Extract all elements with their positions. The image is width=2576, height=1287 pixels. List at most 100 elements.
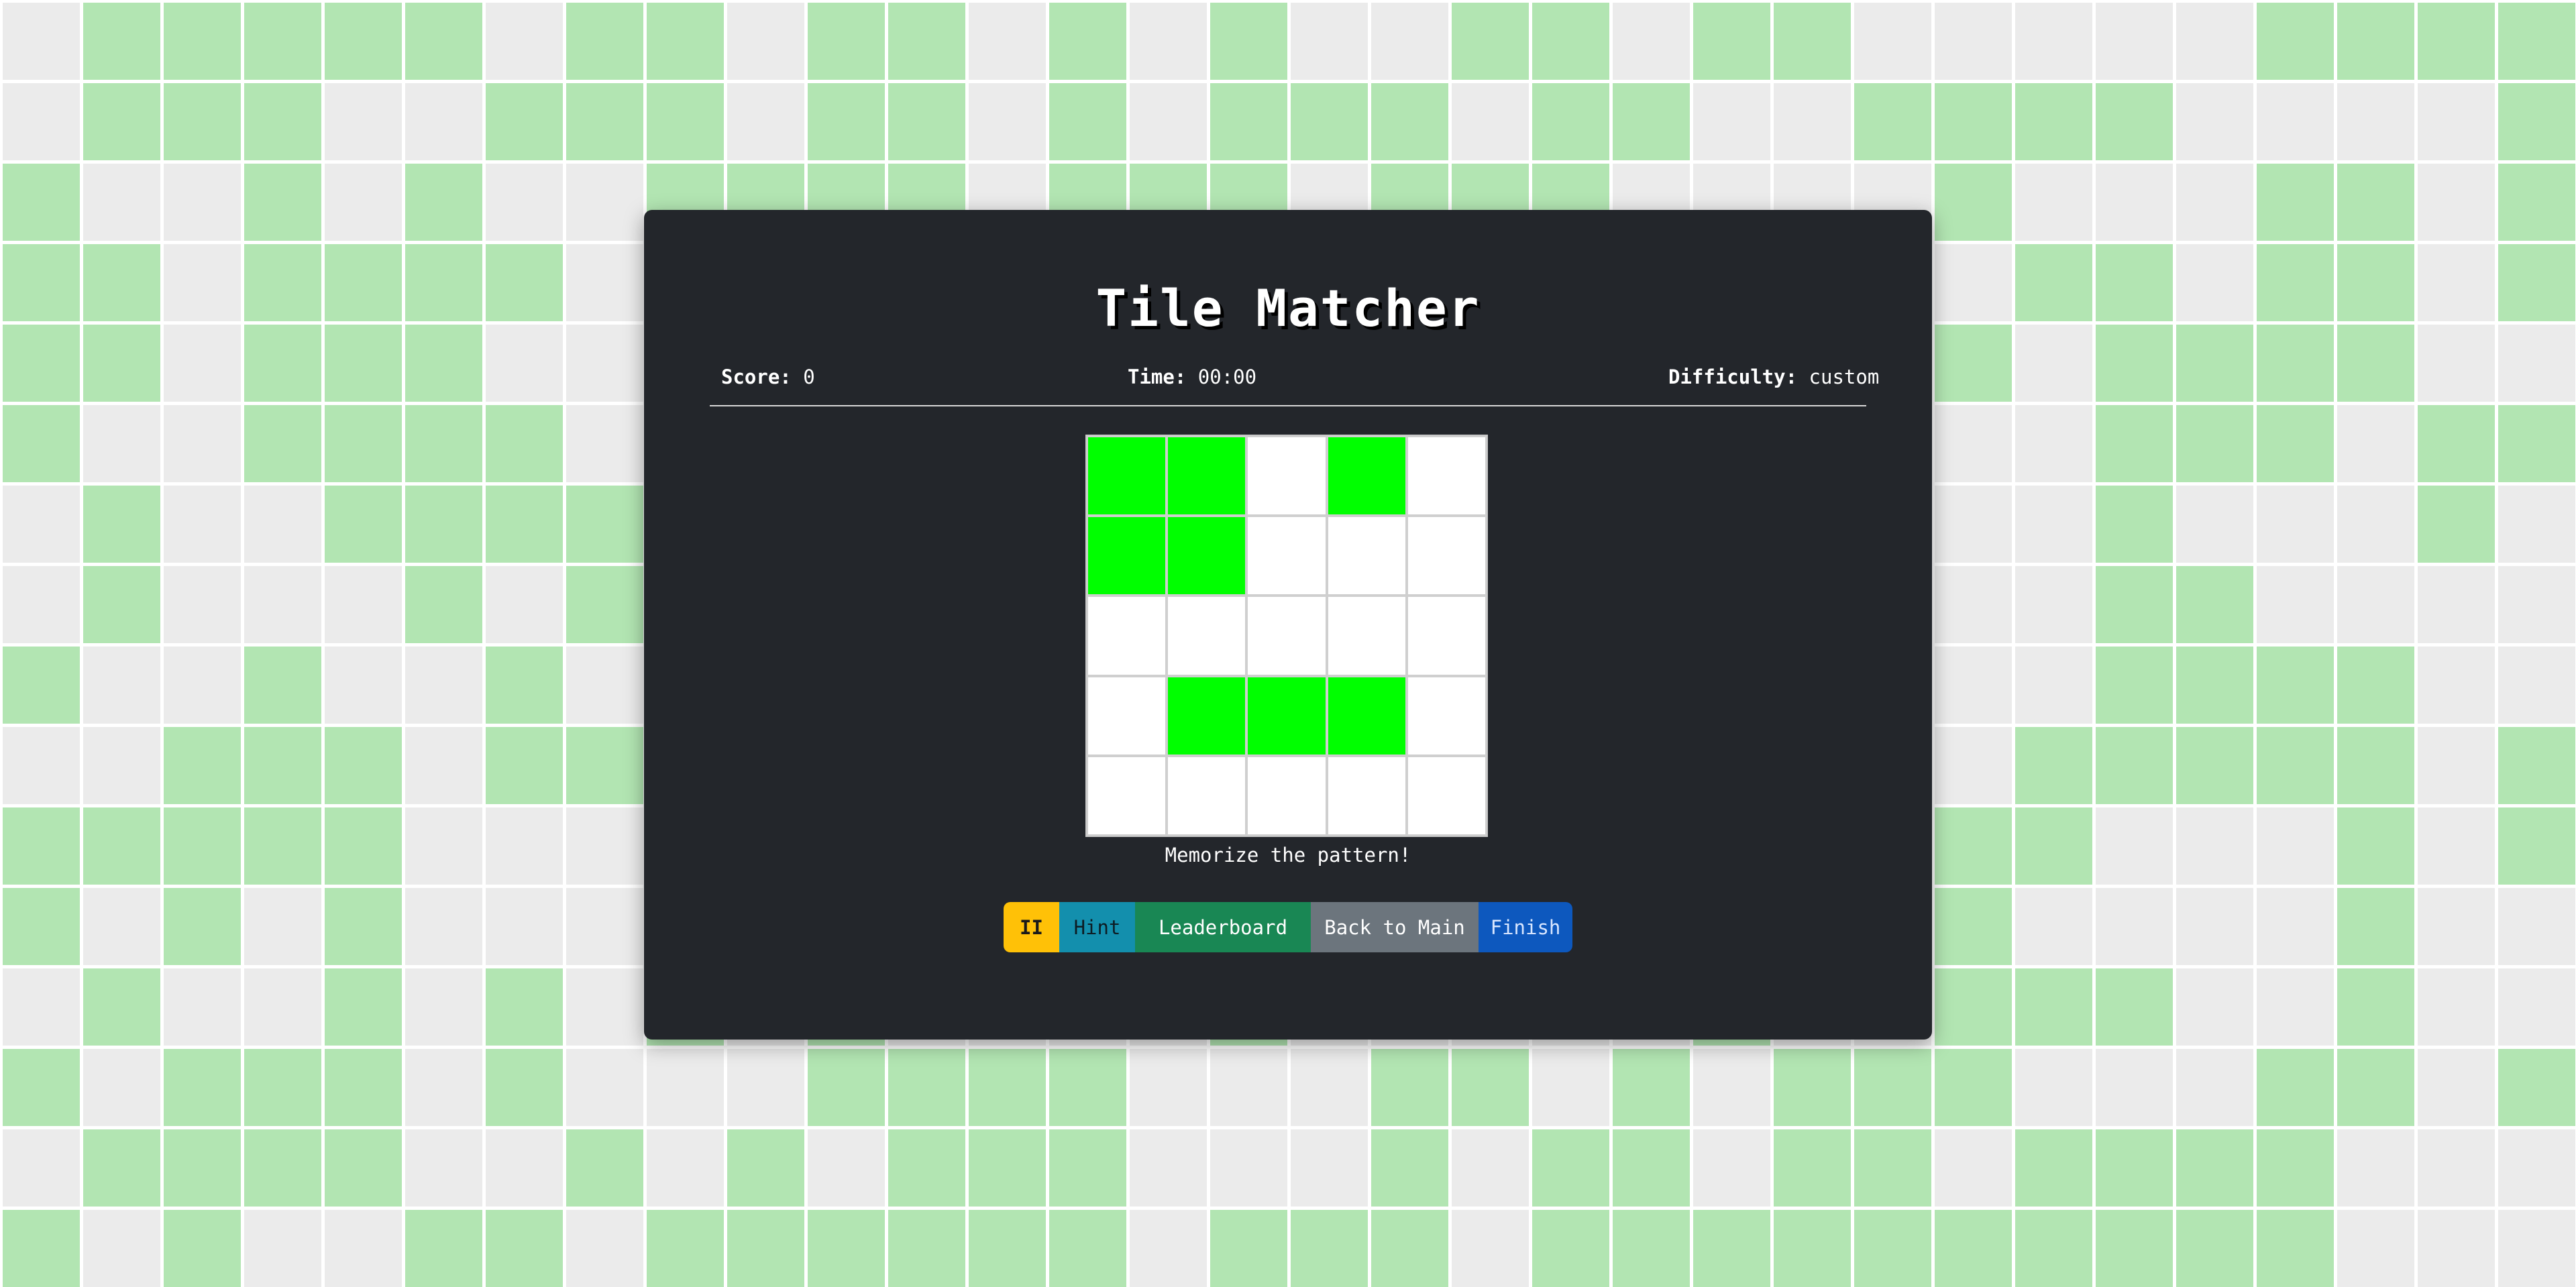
background-tile bbox=[1371, 3, 1448, 80]
background-tile bbox=[486, 888, 563, 965]
board-tile[interactable] bbox=[1406, 596, 1487, 676]
background-tile bbox=[2498, 727, 2575, 804]
board-tile[interactable] bbox=[1087, 755, 1167, 836]
background-tile bbox=[2337, 3, 2414, 80]
background-tile bbox=[566, 486, 643, 563]
board-tile[interactable] bbox=[1406, 436, 1487, 516]
background-tile bbox=[2096, 3, 2173, 80]
board-tile[interactable] bbox=[1406, 675, 1487, 756]
background-tile bbox=[325, 727, 402, 804]
board-tile[interactable] bbox=[1087, 436, 1167, 516]
finish-button[interactable]: Finish bbox=[1479, 902, 1572, 952]
background-tile bbox=[1452, 3, 1529, 80]
board-tile[interactable] bbox=[1406, 755, 1487, 836]
board-tile[interactable] bbox=[1167, 596, 1247, 676]
background-tile bbox=[1935, 968, 2012, 1046]
background-tile bbox=[647, 1049, 724, 1126]
board-tile[interactable] bbox=[1406, 516, 1487, 596]
score-value: 0 bbox=[803, 366, 815, 388]
background-tile bbox=[405, 405, 482, 482]
background-tile bbox=[969, 3, 1046, 80]
background-tile bbox=[727, 1049, 804, 1126]
background-tile bbox=[164, 405, 241, 482]
background-tile bbox=[164, 164, 241, 241]
board-tile[interactable] bbox=[1087, 516, 1167, 596]
background-tile bbox=[486, 83, 563, 160]
board-tile[interactable] bbox=[1326, 516, 1407, 596]
background-tile bbox=[2176, 647, 2253, 724]
board-tile[interactable] bbox=[1167, 516, 1247, 596]
background-tile bbox=[486, 1210, 563, 1287]
background-tile bbox=[647, 1210, 724, 1287]
background-tile bbox=[1371, 1210, 1448, 1287]
background-tile bbox=[969, 83, 1046, 160]
leaderboard-button[interactable]: Leaderboard bbox=[1135, 902, 1311, 952]
back-to-main-button[interactable]: Back to Main bbox=[1311, 902, 1479, 952]
board-tile[interactable] bbox=[1246, 596, 1327, 676]
background-tile bbox=[1371, 83, 1448, 160]
board-tile[interactable] bbox=[1326, 596, 1407, 676]
board-tile[interactable] bbox=[1167, 675, 1247, 756]
background-tile bbox=[2015, 727, 2092, 804]
board-tile[interactable] bbox=[1087, 596, 1167, 676]
background-tile bbox=[2096, 405, 2173, 482]
background-tile bbox=[164, 727, 241, 804]
background-tile bbox=[486, 727, 563, 804]
board-tile[interactable] bbox=[1326, 675, 1407, 756]
background-tile bbox=[325, 1210, 402, 1287]
board-tile[interactable] bbox=[1246, 516, 1327, 596]
background-tile bbox=[2257, 968, 2334, 1046]
stats-divider bbox=[710, 405, 1866, 406]
board-tile[interactable] bbox=[1326, 755, 1407, 836]
background-tile bbox=[1854, 1210, 1931, 1287]
background-tile bbox=[2015, 3, 2092, 80]
board-tile[interactable] bbox=[1167, 755, 1247, 836]
background-tile bbox=[1935, 405, 2012, 482]
background-tile bbox=[405, 1210, 482, 1287]
background-tile bbox=[2418, 888, 2495, 965]
background-tile bbox=[2418, 647, 2495, 724]
background-tile bbox=[2498, 486, 2575, 563]
background-tile bbox=[647, 83, 724, 160]
board-tile[interactable] bbox=[1326, 436, 1407, 516]
background-tile bbox=[325, 3, 402, 80]
status-message: Memorize the pattern! bbox=[1165, 844, 1411, 866]
background-tile bbox=[2498, 83, 2575, 160]
board-tile[interactable] bbox=[1087, 675, 1167, 756]
background-tile bbox=[1613, 1129, 1690, 1207]
background-tile bbox=[3, 888, 80, 965]
pause-button[interactable]: II bbox=[1004, 902, 1059, 952]
background-tile bbox=[727, 1129, 804, 1207]
board-tile[interactable] bbox=[1246, 675, 1327, 756]
background-tile bbox=[566, 1210, 643, 1287]
board-tile[interactable] bbox=[1246, 436, 1327, 516]
background-tile bbox=[2015, 1210, 2092, 1287]
background-tile bbox=[244, 486, 321, 563]
background-tile bbox=[1130, 1049, 1207, 1126]
background-tile bbox=[405, 647, 482, 724]
background-tile bbox=[486, 647, 563, 724]
background-tile bbox=[2337, 164, 2414, 241]
background-tile bbox=[2015, 566, 2092, 643]
board-tile[interactable] bbox=[1246, 755, 1327, 836]
background-tile bbox=[1935, 727, 2012, 804]
background-tile bbox=[83, 1210, 160, 1287]
background-tile bbox=[808, 1049, 885, 1126]
background-tile bbox=[1935, 647, 2012, 724]
background-tile bbox=[2418, 3, 2495, 80]
background-tile bbox=[566, 405, 643, 482]
time-value: 00:00 bbox=[1197, 366, 1257, 388]
background-tile bbox=[244, 164, 321, 241]
background-tile bbox=[808, 1129, 885, 1207]
difficulty-value: custom bbox=[1809, 366, 1880, 388]
background-tile bbox=[83, 486, 160, 563]
background-tile bbox=[2015, 647, 2092, 724]
board-tile[interactable] bbox=[1167, 436, 1247, 516]
background-tile bbox=[2337, 405, 2414, 482]
hint-button[interactable]: Hint bbox=[1059, 902, 1135, 952]
background-tile bbox=[1049, 83, 1126, 160]
background-tile bbox=[1452, 1049, 1529, 1126]
background-tile bbox=[1130, 1210, 1207, 1287]
background-tile bbox=[486, 405, 563, 482]
background-tile bbox=[325, 486, 402, 563]
